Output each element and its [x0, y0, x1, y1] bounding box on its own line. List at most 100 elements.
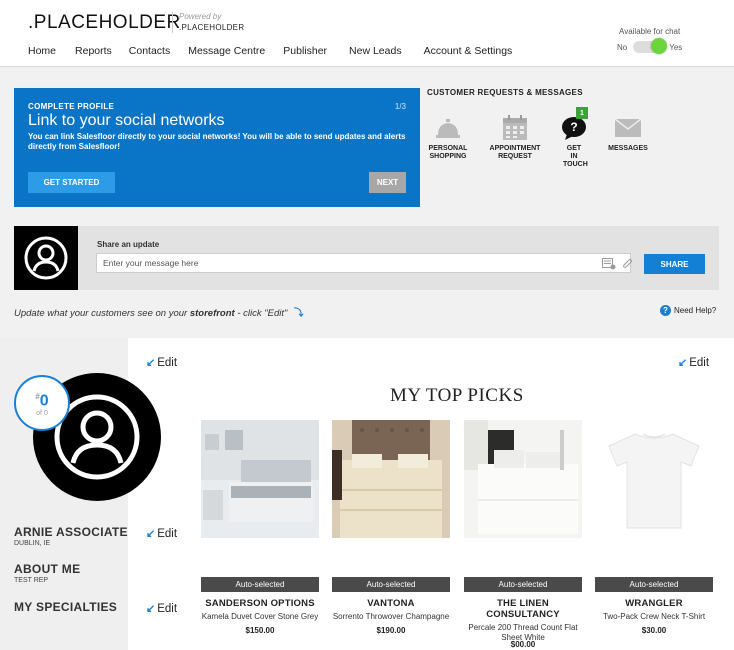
nav-new-leads[interactable]: New Leads	[349, 45, 402, 57]
site-logo[interactable]: .PLACEHOLDER	[28, 12, 181, 34]
edit-arrow-icon: ↙	[146, 357, 156, 369]
product-price: $150.00	[245, 626, 275, 635]
storefront-note: Update what your customers see on your s…	[14, 305, 304, 319]
powered-by-brand: .PLACEHOLDER	[179, 23, 245, 32]
product-card[interactable]: Auto-selected THE LINEN CONSULTANCY Perc…	[464, 420, 582, 643]
envelope-icon	[614, 115, 642, 141]
product-card[interactable]: Auto-selected WRANGLER Two-Pack Crew Nec…	[595, 420, 713, 635]
notification-badge: 1	[576, 107, 588, 119]
product-card[interactable]: Auto-selected VANTONA Sorrento Throwover…	[332, 420, 450, 635]
arrow-down-icon: ⤵	[294, 308, 304, 319]
chat-toggle-group: No Yes	[617, 38, 683, 54]
edit-top-picks-link[interactable]: ↙ Edit	[678, 356, 710, 370]
nav-publisher[interactable]: Publisher	[283, 45, 327, 57]
product-image[interactable]	[332, 420, 450, 538]
powered-by: Powered by .PLACEHOLDER	[172, 12, 244, 33]
product-brand: VANTONA	[367, 598, 415, 609]
share-update-box: Share an update Enter your message here …	[14, 226, 719, 290]
next-button[interactable]: NEXT	[369, 172, 406, 193]
share-message-input[interactable]: Enter your message here	[96, 253, 631, 273]
product-picker-icon[interactable]	[602, 258, 616, 270]
edit-name-link[interactable]: ↙ Edit	[146, 527, 178, 541]
chat-no-label: No	[617, 42, 628, 52]
rank-number: #0	[35, 392, 49, 410]
bell-icon	[434, 115, 462, 141]
user-icon	[24, 236, 68, 280]
nav-contacts[interactable]: Contacts	[129, 45, 170, 57]
specialties-title: MY SPECIALTIES	[14, 600, 118, 614]
chat-availability-label: Available for chat	[619, 27, 681, 36]
product-price: $00.00	[510, 640, 536, 649]
card-counter: 1/3	[394, 102, 406, 111]
product-price: $30.00	[641, 626, 667, 635]
toggle-knob[interactable]	[651, 38, 668, 54]
auto-selected-badge: Auto-selected	[201, 577, 319, 592]
nav-reports[interactable]: Reports	[75, 45, 112, 57]
edit-specialties-link[interactable]: ↙ Edit	[146, 602, 178, 616]
chat-yes-label: Yes	[669, 42, 683, 52]
need-help-link[interactable]: ? Need Help?	[660, 305, 716, 316]
note-bold: storefront	[189, 308, 235, 319]
card-title: Link to your social networks	[28, 112, 225, 129]
nav-message-centre[interactable]: Message Centre	[188, 45, 265, 57]
nav-account-settings[interactable]: Account & Settings	[424, 45, 513, 57]
share-tools	[602, 258, 634, 270]
product-description: Kamela Duvet Cover Stone Grey	[201, 612, 319, 621]
question-icon: ? 1	[560, 107, 588, 141]
complete-profile-card: COMPLETE PROFILE 1/3 Link to your social…	[14, 88, 420, 207]
auto-selected-badge: Auto-selected	[595, 577, 713, 592]
auto-selected-badge: Auto-selected	[332, 577, 450, 592]
product-brand: WRANGLER	[625, 598, 683, 609]
rank-of: of 0	[36, 409, 48, 417]
about-me-title: ABOUT ME	[14, 562, 81, 576]
calendar-icon	[501, 115, 529, 141]
note-prefix: Update what your customers see on your	[14, 308, 190, 319]
requests-title: CUSTOMER REQUESTS & MESSAGES	[427, 88, 583, 97]
product-image[interactable]	[201, 420, 319, 538]
edit-avatar-link[interactable]: ↙ Edit	[146, 356, 178, 370]
chat-availability-toggle[interactable]	[633, 38, 668, 54]
associate-location: DUBLIN, IE	[14, 540, 51, 547]
rank-badge: #0 of 0	[14, 375, 70, 431]
edit-arrow-icon: ↙	[678, 357, 688, 369]
share-button[interactable]: SHARE	[644, 254, 705, 274]
card-body: You can link Salesfloor directly to your…	[28, 132, 406, 151]
edit-label: Edit	[157, 602, 178, 615]
associate-name: ARNIE ASSOCIATE	[14, 525, 128, 539]
powered-by-label: Powered by	[179, 12, 222, 21]
edit-arrow-icon: ↙	[146, 528, 156, 540]
attachment-icon[interactable]	[622, 258, 634, 270]
request-label: APPOINTMENT REQUEST	[489, 145, 541, 160]
about-me-text: TEST REP	[14, 577, 49, 584]
help-icon: ?	[660, 305, 671, 316]
edit-arrow-icon: ↙	[146, 603, 156, 615]
request-appointment[interactable]: APPOINTMENT REQUEST	[487, 115, 543, 161]
avatar	[14, 226, 78, 290]
request-get-in-touch[interactable]: ? 1 GET IN TOUCH	[546, 107, 602, 169]
product-brand: THE LINEN CONSULTANCY	[486, 598, 560, 620]
edit-label: Edit	[689, 356, 710, 369]
auto-selected-badge: Auto-selected	[464, 577, 582, 592]
request-messages[interactable]: MESSAGES	[600, 115, 656, 153]
svg-text:?: ?	[570, 120, 577, 134]
top-header: .PLACEHOLDER Powered by .PLACEHOLDER Hom…	[0, 0, 734, 67]
request-label: GET IN TOUCH	[563, 145, 588, 168]
product-price: $190.00	[376, 626, 406, 635]
need-help-label: Need Help?	[674, 306, 717, 315]
product-brand: SANDERSON OPTIONS	[205, 598, 315, 609]
request-label: PERSONAL SHOPPING	[428, 145, 468, 160]
request-personal-shopping[interactable]: PERSONAL SHOPPING	[420, 115, 476, 161]
top-picks-title: MY TOP PICKS	[390, 385, 524, 406]
product-image[interactable]	[464, 420, 582, 538]
get-started-button[interactable]: GET STARTED	[28, 172, 115, 193]
product-image[interactable]	[595, 420, 713, 538]
product-card[interactable]: Auto-selected SANDERSON OPTIONS Kamela D…	[201, 420, 319, 635]
main-nav: Home Reports Contacts Message Centre Pub…	[28, 45, 512, 57]
edit-label: Edit	[157, 356, 178, 369]
product-description: Sorrento Throwover Champagne	[332, 612, 450, 621]
card-kicker: COMPLETE PROFILE	[28, 102, 115, 111]
note-suffix: - click "Edit"	[234, 308, 288, 319]
nav-home[interactable]: Home	[28, 45, 56, 57]
edit-label: Edit	[157, 527, 178, 540]
request-label: MESSAGES	[608, 145, 648, 152]
